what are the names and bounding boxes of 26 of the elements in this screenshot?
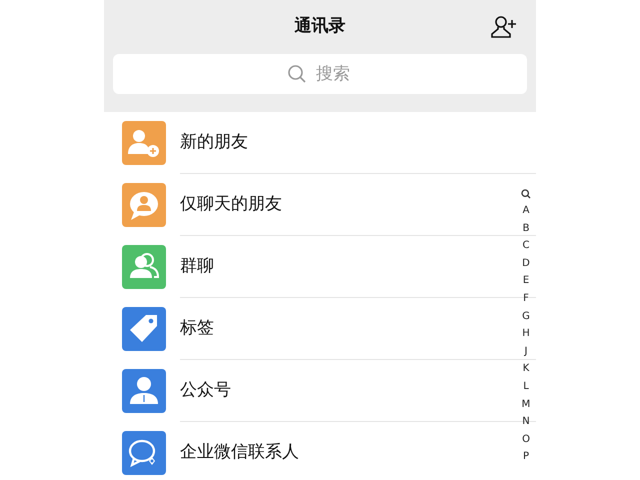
index-letter[interactable]: L: [523, 378, 529, 396]
index-letter[interactable]: F: [523, 290, 529, 308]
index-letter[interactable]: P: [522, 448, 530, 466]
list-item-label[interactable]: 企业微信联系人: [180, 440, 299, 466]
search-icon[interactable]: [521, 189, 531, 199]
index-letter[interactable]: K: [522, 360, 530, 378]
index-letter[interactable]: A: [522, 202, 530, 220]
index-letter[interactable]: G: [522, 308, 530, 326]
index-letter[interactable]: E: [522, 272, 530, 290]
index-letter[interactable]: B: [522, 220, 530, 238]
index-letter[interactable]: N: [522, 413, 530, 431]
screen-title: 通讯录: [294, 15, 346, 38]
list-item-label[interactable]: 新的朋友: [180, 130, 248, 156]
index-letter[interactable]: H: [522, 325, 530, 343]
list-item-label[interactable]: 群聊: [180, 254, 214, 280]
search-icon: [287, 64, 307, 84]
index-letter[interactable]: M: [522, 396, 530, 414]
index-letter[interactable]: C: [522, 237, 530, 255]
index-letter[interactable]: J: [524, 342, 528, 360]
list-item-label[interactable]: 公众号: [180, 378, 231, 404]
index-letter[interactable]: O: [522, 430, 530, 448]
add-contact-icon[interactable]: [491, 15, 517, 39]
search-field[interactable]: 搜索: [113, 54, 527, 94]
index-letter[interactable]: D: [522, 254, 530, 272]
list-item-label[interactable]: 仅聊天的朋友: [180, 192, 282, 218]
list-item-label[interactable]: 标签: [180, 316, 214, 342]
